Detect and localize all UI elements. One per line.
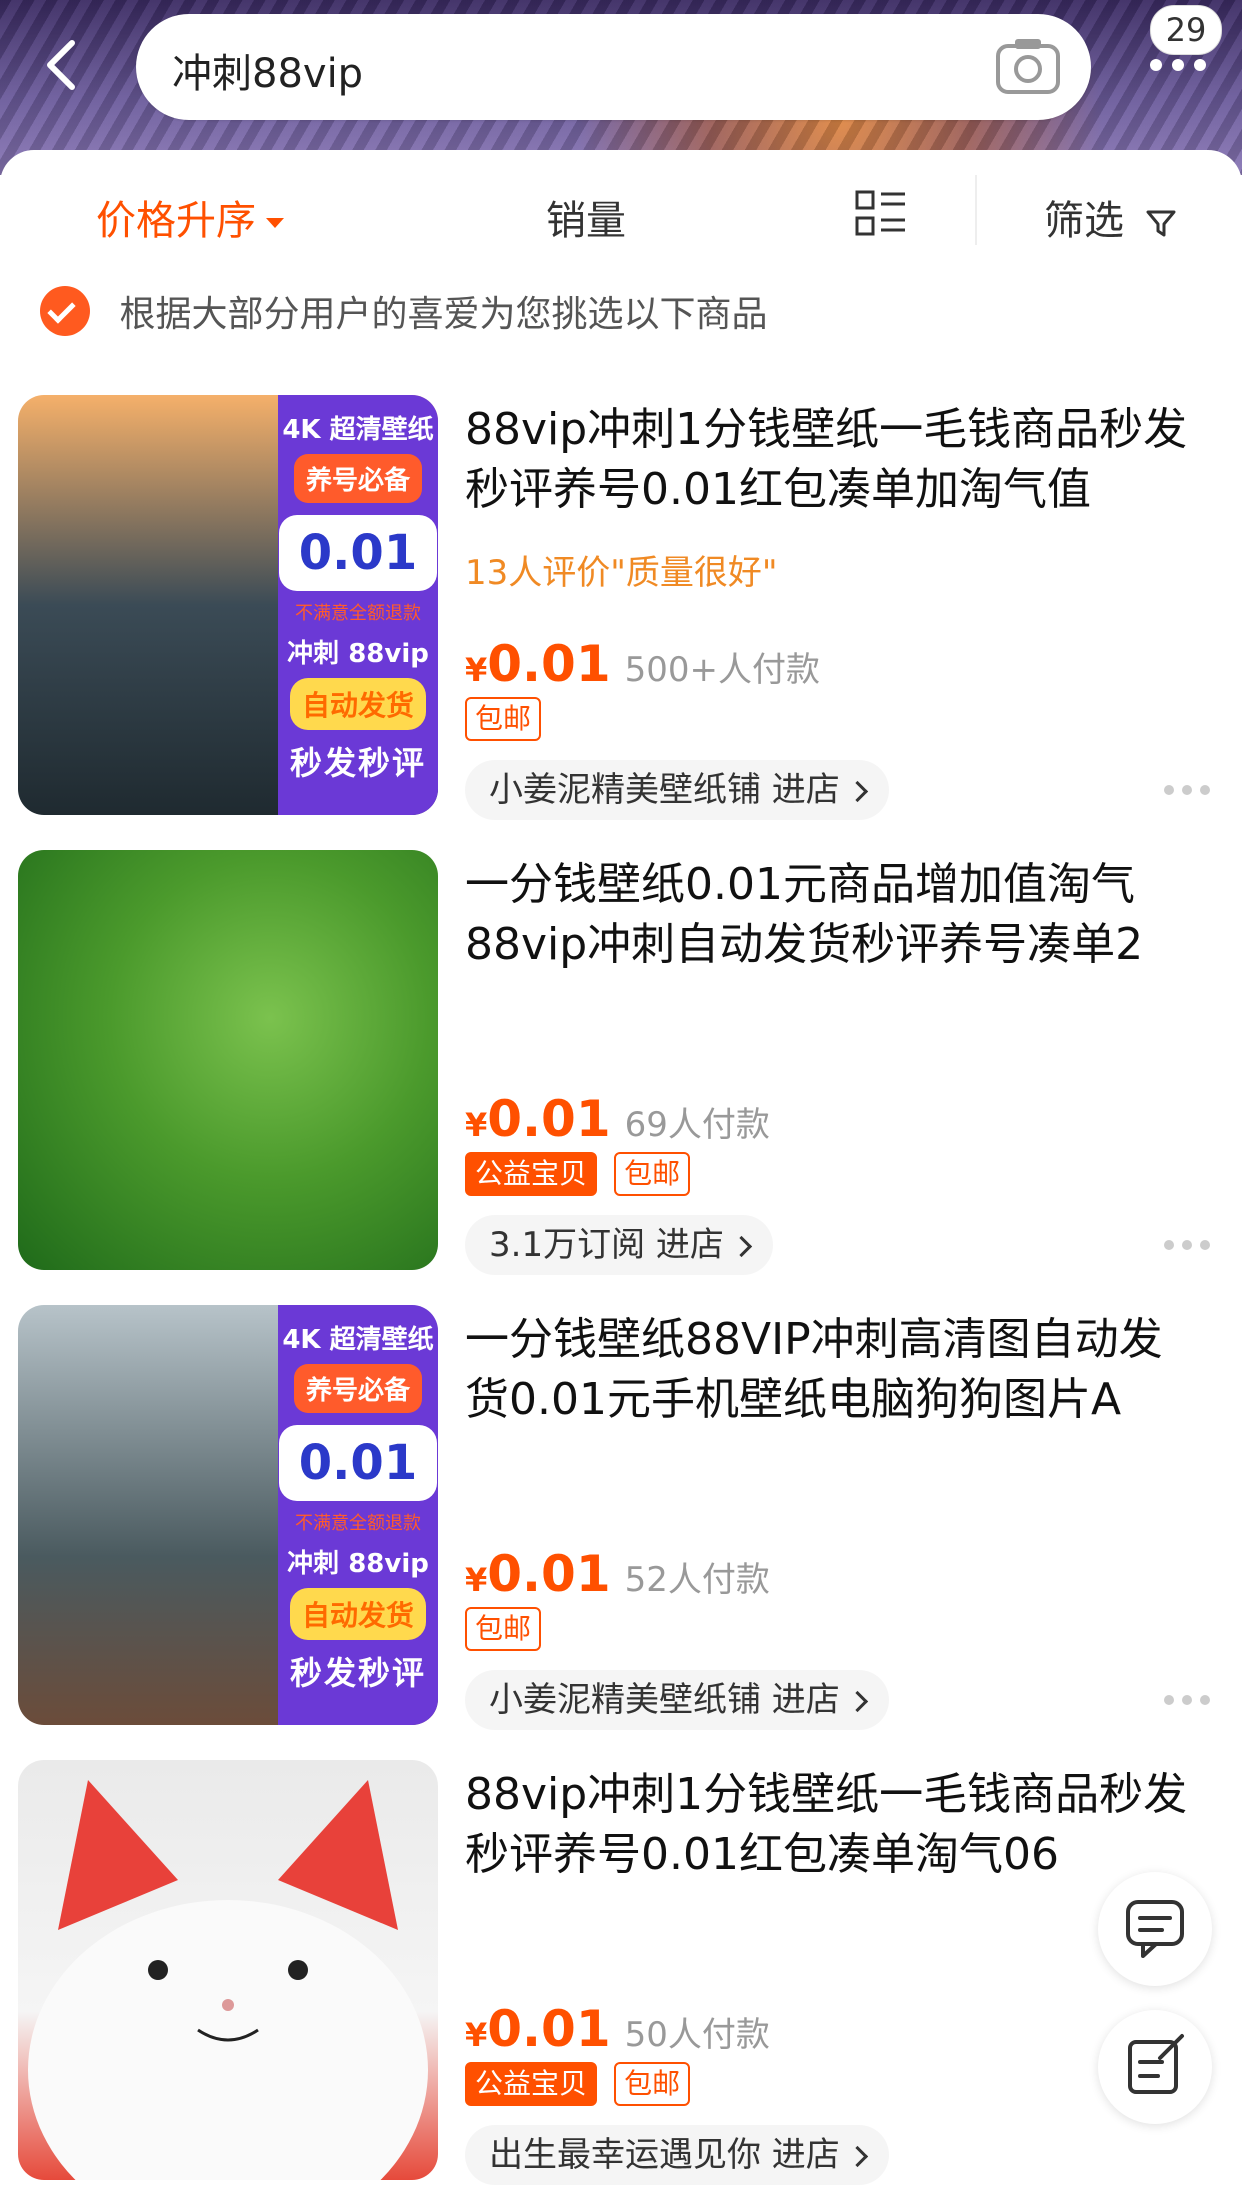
product-image[interactable]: 4K 超清壁纸 养号必备 0.01 不满意全额退款 冲刺 88vip 自动发货 … — [18, 395, 438, 815]
price-line: ¥0.01 500+人付款 — [465, 635, 820, 695]
yen-symbol: ¥ — [465, 2016, 488, 2054]
promo-line4: 自动发货 — [289, 678, 426, 730]
chevron-right-icon — [846, 2145, 868, 2168]
feedback-button[interactable] — [1098, 2010, 1212, 2124]
product-title[interactable]: 一分钱壁纸88VIP冲刺高清图自动发货0.01元手机壁纸电脑狗狗图片A — [465, 1310, 1205, 1430]
sort-price-label: 价格升序 — [96, 198, 256, 244]
check-icon — [40, 286, 90, 336]
price-line: ¥0.01 50人付款 — [465, 2000, 770, 2060]
product-sales: 69人付款 — [624, 1105, 770, 1145]
product-card[interactable]: 一分钱壁纸0.01元商品增加值淘气88vip冲刺自动发货秒评养号凑单2 ¥0.0… — [0, 850, 1242, 1290]
search-query-text: 冲刺88vip — [172, 51, 364, 97]
shop-name: 小姜泥精美壁纸铺 进店 — [489, 770, 840, 810]
product-tags: 包邮 — [465, 697, 553, 741]
shop-name: 出生最幸运遇见你 进店 — [489, 2135, 840, 2175]
product-tags: 公益宝贝 包邮 — [465, 1152, 702, 1196]
chat-icon — [1126, 1900, 1184, 1958]
sort-sales[interactable]: 销量 — [546, 188, 626, 246]
promo-line2: 养号必备 — [293, 1364, 422, 1413]
product-sales: 52人付款 — [624, 1560, 770, 1600]
shop-link[interactable]: 小姜泥精美壁纸铺 进店 — [465, 760, 889, 820]
product-price: 0.01 — [487, 2000, 611, 2058]
product-title[interactable]: 一分钱壁纸0.01元商品增加值淘气88vip冲刺自动发货秒评养号凑单2 — [465, 855, 1205, 975]
promo-line5: 秒发秒评 — [289, 744, 426, 782]
more-options-icon[interactable] — [1162, 1693, 1212, 1707]
camera-icon[interactable] — [995, 36, 1061, 96]
promo-line1: 4K 超清壁纸 — [282, 1325, 434, 1355]
product-card[interactable]: 88vip冲刺1分钱壁纸一毛钱商品秒发秒评养号0.01红包凑单淘气06 ¥0.0… — [0, 1760, 1242, 2200]
caret-down-icon — [266, 218, 284, 228]
customer-service-button[interactable] — [1098, 1872, 1212, 1986]
tag-charity: 公益宝贝 — [465, 1152, 598, 1196]
more-options-icon[interactable] — [1162, 783, 1212, 797]
sort-price-asc[interactable]: 价格升序 — [96, 188, 284, 246]
product-tags: 公益宝贝 包邮 — [465, 2062, 702, 2106]
promo-line3: 冲刺 88vip — [287, 639, 429, 669]
tag-free-shipping: 包邮 — [465, 697, 542, 741]
product-title[interactable]: 88vip冲刺1分钱壁纸一毛钱商品秒发秒评养号0.01红包凑单淘气06 — [465, 1765, 1205, 1885]
chevron-right-icon — [846, 1690, 868, 1713]
chevron-right-icon — [846, 780, 868, 803]
yen-symbol: ¥ — [465, 1561, 488, 1599]
search-input[interactable]: 冲刺88vip — [136, 14, 1091, 120]
recommend-hint: 根据大部分用户的喜爱为您挑选以下商品 — [40, 285, 767, 345]
filter-button[interactable]: 筛选 — [1044, 188, 1177, 246]
shop-name: 3.1万订阅 进店 — [489, 1225, 724, 1265]
product-sales: 500+人付款 — [624, 650, 821, 690]
chevron-right-icon — [730, 1235, 752, 1258]
shop-link[interactable]: 出生最幸运遇见你 进店 — [465, 2125, 889, 2185]
promo-small: 不满意全额退款 — [295, 1513, 421, 1534]
back-arrow-icon[interactable] — [40, 35, 90, 95]
lucky-cat-illustration — [28, 1780, 428, 2180]
promo-line1: 4K 超清壁纸 — [282, 415, 434, 445]
layout-toggle-icon[interactable] — [855, 188, 907, 250]
edit-note-icon — [1128, 2034, 1184, 2094]
tag-free-shipping: 包邮 — [465, 1607, 542, 1651]
promo-line2: 养号必备 — [293, 454, 422, 503]
more-options-icon[interactable] — [1162, 1238, 1212, 1252]
filter-label: 筛选 — [1044, 198, 1124, 244]
promo-price: 0.01 — [278, 1425, 438, 1501]
product-price: 0.01 — [487, 635, 611, 693]
more-dots-icon[interactable] — [1148, 55, 1208, 75]
product-price: 0.01 — [487, 1090, 611, 1148]
tag-free-shipping: 包邮 — [614, 1152, 691, 1196]
product-tags: 包邮 — [465, 1607, 553, 1651]
shop-link[interactable]: 3.1万订阅 进店 — [465, 1215, 773, 1275]
price-line: ¥0.01 52人付款 — [465, 1545, 770, 1605]
yen-symbol: ¥ — [465, 1106, 488, 1144]
tag-free-shipping: 包邮 — [614, 2062, 691, 2106]
tag-charity: 公益宝贝 — [465, 2062, 598, 2106]
product-card[interactable]: 4K 超清壁纸 养号必备 0.01 不满意全额退款 冲刺 88vip 自动发货 … — [0, 1305, 1242, 1745]
shop-link[interactable]: 小姜泥精美壁纸铺 进店 — [465, 1670, 889, 1730]
sort-sales-label: 销量 — [546, 198, 626, 244]
shop-name: 小姜泥精美壁纸铺 进店 — [489, 1680, 840, 1720]
promo-banner: 4K 超清壁纸 养号必备 0.01 不满意全额退款 冲刺 88vip 自动发货 … — [278, 1305, 438, 1725]
price-line: ¥0.01 69人付款 — [465, 1090, 770, 1150]
product-card[interactable]: 4K 超清壁纸 养号必备 0.01 不满意全额退款 冲刺 88vip 自动发货 … — [0, 395, 1242, 835]
product-image[interactable]: 4K 超清壁纸 养号必备 0.01 不满意全额退款 冲刺 88vip 自动发货 … — [18, 1305, 438, 1725]
recommend-hint-text: 根据大部分用户的喜爱为您挑选以下商品 — [119, 294, 768, 335]
promo-line3: 冲刺 88vip — [287, 1549, 429, 1579]
sort-bar: 价格升序 销量 筛选 — [0, 170, 1242, 260]
promo-banner: 4K 超清壁纸 养号必备 0.01 不满意全额退款 冲刺 88vip 自动发货 … — [278, 395, 438, 815]
promo-price: 0.01 — [278, 515, 438, 591]
product-title[interactable]: 88vip冲刺1分钱壁纸一毛钱商品秒发秒评养号0.01红包凑单加淘气值 — [465, 400, 1205, 520]
product-sales: 50人付款 — [624, 2015, 770, 2055]
product-price: 0.01 — [487, 1545, 611, 1603]
product-image[interactable] — [18, 1760, 438, 2180]
filter-icon — [1146, 210, 1176, 237]
product-image[interactable] — [18, 850, 438, 1270]
promo-line4: 自动发货 — [289, 1588, 426, 1640]
promo-small: 不满意全额退款 — [295, 603, 421, 624]
message-badge[interactable]: 29 — [1150, 5, 1222, 55]
yen-symbol: ¥ — [465, 651, 488, 689]
product-praise: 13人评价"质量很好" — [465, 553, 778, 593]
promo-line5: 秒发秒评 — [289, 1654, 426, 1692]
sortbar-divider — [975, 175, 977, 245]
